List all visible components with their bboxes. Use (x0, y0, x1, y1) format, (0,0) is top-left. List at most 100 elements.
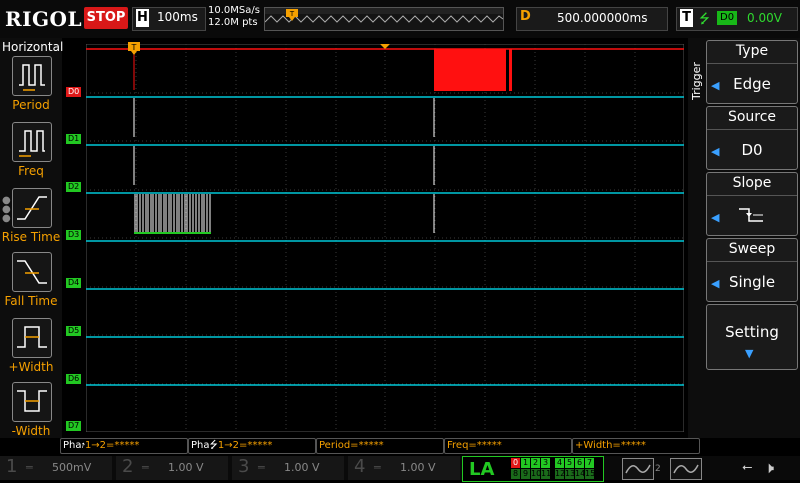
channel-label-d2[interactable]: D2 (66, 182, 82, 192)
la-bit-8: 8 (511, 469, 520, 479)
dc-coupling-icon: ═ (258, 461, 265, 474)
sine-wave-icon (673, 464, 699, 474)
trigger-level: 0.00V (747, 11, 782, 25)
measure-rise-time-label: Rise Time (1, 230, 61, 244)
trigger-source-value: D0 (741, 141, 763, 159)
channel-4-box[interactable]: 4 ═ 1.00 V (348, 456, 460, 480)
channel-2-number: 2 (122, 456, 134, 477)
horizontal-letter: H (136, 9, 149, 27)
measure-rise-time-button[interactable] (12, 188, 52, 228)
la-bit-4: 4 (555, 458, 564, 468)
usb-icon: ⭠ (742, 460, 753, 475)
rise-time-icon (17, 196, 47, 220)
channel-4-scale: 1.00 V (400, 461, 436, 474)
trigger-setting-button[interactable]: Setting ▼ (706, 304, 798, 370)
la-bit-5: 5 (565, 458, 574, 468)
la-bit-0: 0 (511, 458, 520, 468)
measure-frequency-button[interactable] (12, 122, 52, 162)
channel-status-bar: 1 ═ 500mV 2 ═ 1.00 V 3 ═ 1.00 V 4 ═ 1.00… (0, 456, 800, 482)
channel-1-scale: 500mV (52, 461, 92, 474)
measurement-frequency[interactable]: Freq=***** (444, 438, 572, 454)
trigger-sweep-button[interactable]: Sweep ◀ Single (706, 238, 798, 302)
dc-coupling-icon: ═ (142, 461, 149, 474)
la-bit-11: 11 (541, 469, 552, 479)
trigger-position-marker-icon: T (286, 9, 298, 21)
math-waveform-button[interactable] (622, 458, 654, 480)
la-bit-3: 3 (541, 458, 550, 468)
d0-pulse-edge (509, 49, 512, 91)
trigger-source-badge: D0 (717, 11, 738, 25)
measurement-period[interactable]: Period=***** (316, 438, 444, 454)
run-stop-status[interactable]: STOP (84, 7, 128, 29)
channel-2-box[interactable]: 2 ═ 1.00 V (116, 456, 228, 480)
measure-fall-time-button[interactable] (12, 252, 52, 292)
channel-1-number: 1 (6, 456, 18, 477)
trigger-letter: T (680, 9, 693, 27)
la-bit-13: 13 (565, 469, 576, 479)
trigger-slope-button[interactable]: Slope ◀ (706, 172, 798, 236)
la-bit-12: 12 (555, 469, 566, 479)
trigger-menu-tab: Trigger (690, 62, 703, 100)
channel-label-d4[interactable]: D4 (66, 278, 82, 288)
measurement-bar: Pha⭎1→2=***** Pha⭍1→2=***** Period=*****… (60, 438, 700, 454)
brand-logo: RIGOL (5, 7, 83, 31)
mute-speaker-icon[interactable]: 🕨 (764, 458, 774, 478)
trigger-type-value: Edge (733, 75, 771, 93)
channel-label-d5[interactable]: D5 (66, 326, 82, 336)
trigger-marker-icon: T (128, 42, 140, 55)
channel-label-d7[interactable]: D7 (66, 421, 82, 431)
channel-label-d1[interactable]: D1 (66, 134, 82, 144)
la-bit-10: 10 (531, 469, 542, 479)
measure-negative-width-button[interactable] (12, 382, 52, 422)
logic-analyzer-label: LA (469, 459, 495, 480)
trigger-type-button[interactable]: Type ◀ Edge (706, 40, 798, 104)
delay-letter: D (520, 9, 531, 24)
logic-analyzer-box[interactable]: LA 0 1 2 3 4 5 6 7 8 9 10 11 12 13 14 15 (462, 456, 604, 482)
horizontal-timebase-box[interactable]: H 100ms (132, 7, 206, 31)
measure-positive-width-label: +Width (8, 360, 54, 374)
measurement-phase-fall[interactable]: Pha⭍1→2=***** (188, 438, 316, 454)
fall-time-icon (17, 260, 47, 284)
page-indicator-dots: ● ● ● (2, 195, 11, 224)
sine-wave-icon (625, 464, 651, 474)
trigger-status-box[interactable]: T ⭍ D0 0.00V (676, 7, 798, 31)
measure-fall-time-label: Fall Time (4, 294, 58, 308)
measure-period-button[interactable] (12, 56, 52, 96)
down-arrow-icon: ▼ (745, 347, 754, 360)
panel-title: Horizontal (2, 40, 64, 54)
trigger-type-title: Type (735, 43, 769, 59)
period-icon (19, 64, 45, 91)
trigger-setting-label: Setting (725, 323, 779, 341)
sample-rate: 10.0MSa/s (208, 5, 260, 16)
waveform-display[interactable] (86, 44, 684, 432)
measure-positive-width-button[interactable] (12, 318, 52, 358)
channel-1-box[interactable]: 1 ═ 500mV (0, 456, 112, 480)
falling-edge-icon: ⭍ (209, 440, 218, 451)
trigger-sweep-value: Single (728, 273, 776, 291)
acquisition-info: 10.0MSa/s 12.0M pts (208, 5, 260, 29)
measure-frequency-label: Freq (18, 164, 44, 178)
la-bit-9: 9 (521, 469, 530, 479)
la-bit-15: 15 (585, 469, 596, 479)
memory-overview-bar[interactable]: T (264, 7, 504, 31)
channel-label-d0[interactable]: D0 (66, 87, 82, 97)
la-bit-14: 14 (575, 469, 586, 479)
horizontal-delay-box[interactable]: D 500.000000ms (516, 7, 668, 31)
la-bit-7: 7 (585, 458, 594, 468)
trigger-sweep-title: Sweep (728, 241, 776, 257)
channel-label-d3[interactable]: D3 (66, 230, 82, 240)
timebase-value: 100ms (157, 10, 198, 24)
horizontal-measure-panel: Horizontal Period Freq ● ● ● Rise Time Fal… (0, 38, 64, 438)
measurement-phase-rise[interactable]: Pha⭎1→2=***** (60, 438, 188, 454)
dc-coupling-icon: ═ (26, 461, 33, 474)
ref-waveform-button[interactable] (670, 458, 702, 480)
channel-label-d6[interactable]: D6 (66, 374, 82, 384)
svg-text:T: T (289, 10, 295, 18)
falling-edge-icon: ⭍ (699, 12, 710, 27)
memory-overview-wave (265, 15, 503, 23)
trigger-source-button[interactable]: Source ◀ D0 (706, 106, 798, 170)
measurement-positive-width[interactable]: +Width=***** (572, 438, 700, 454)
channel-3-box[interactable]: 3 ═ 1.00 V (232, 456, 344, 480)
la-bit-6: 6 (575, 458, 584, 468)
ref-number: 2 (655, 464, 661, 474)
